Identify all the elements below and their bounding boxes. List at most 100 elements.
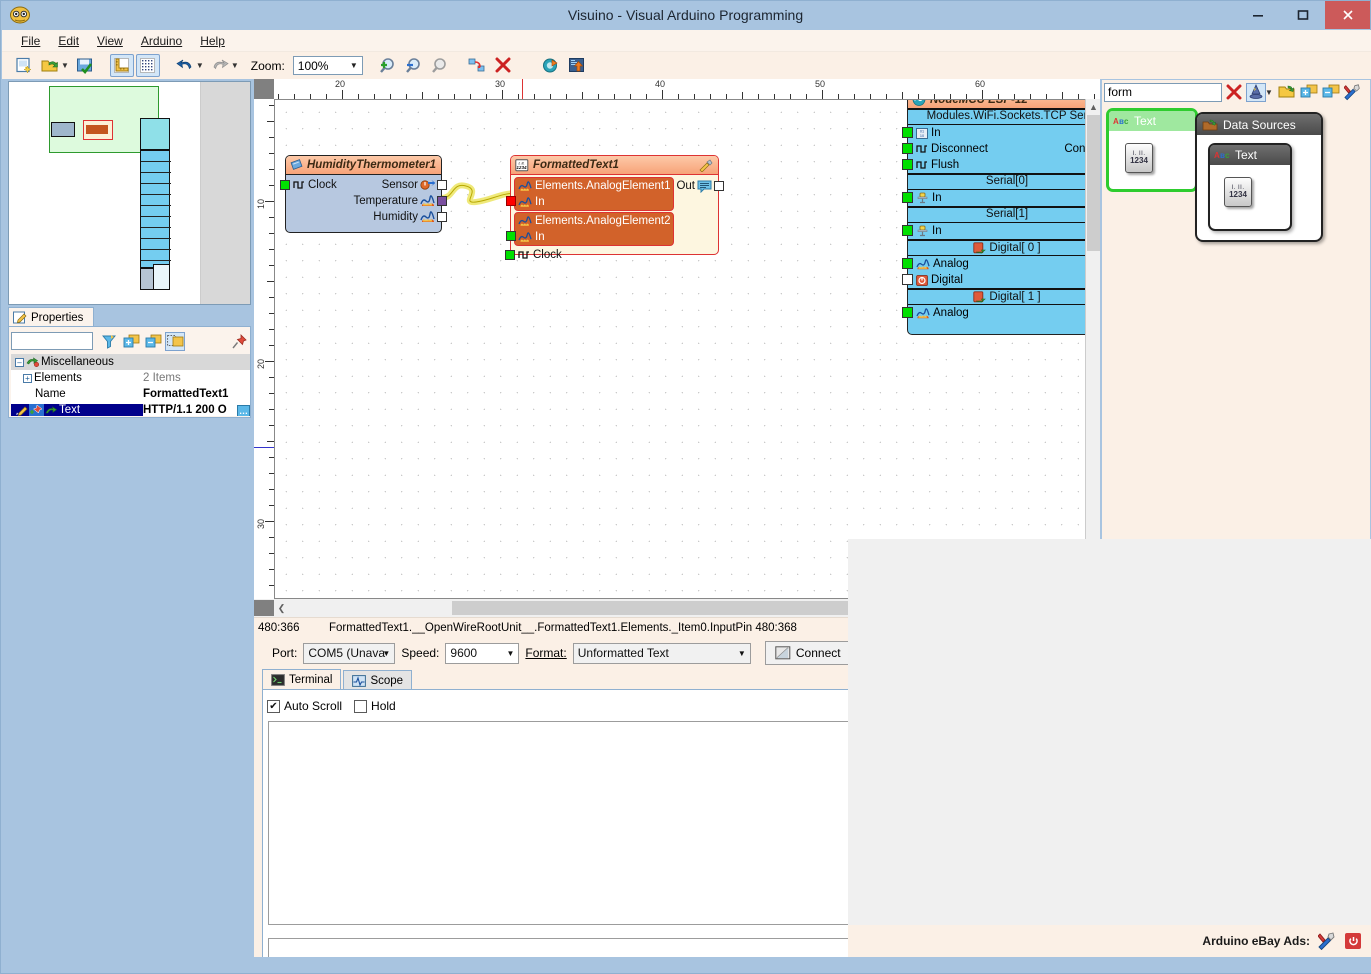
nodemcu-pin-disconnect[interactable]: Disconnect Connec bbox=[908, 141, 1100, 157]
pin-temperature-output[interactable]: Temperature bbox=[353, 193, 447, 209]
upload-icon[interactable] bbox=[565, 54, 589, 77]
checkbox-box[interactable]: ✔ bbox=[267, 700, 280, 713]
group-by-category-icon[interactable] bbox=[165, 332, 185, 351]
zoom-out-icon[interactable] bbox=[402, 54, 426, 77]
new-project-icon[interactable] bbox=[12, 54, 36, 77]
zoom-reset-icon[interactable] bbox=[428, 54, 452, 77]
arrange-icon[interactable] bbox=[465, 54, 489, 77]
nodemcu-pin-d1-analog[interactable]: Analog bbox=[908, 305, 1100, 321]
pin-socket[interactable] bbox=[506, 196, 516, 206]
navigator-overview[interactable] bbox=[8, 81, 251, 305]
redo-icon[interactable] bbox=[208, 54, 232, 77]
delete-datasource-icon[interactable] bbox=[1224, 83, 1244, 102]
compile-icon[interactable] bbox=[539, 54, 563, 77]
close-button[interactable] bbox=[1325, 1, 1370, 29]
nodemcu-pin-serial1-in[interactable]: In bbox=[908, 223, 1100, 239]
port-combo[interactable]: COM5 (Unava ▼ bbox=[303, 643, 395, 664]
pin-socket[interactable] bbox=[902, 192, 913, 203]
pin-socket[interactable] bbox=[506, 231, 516, 241]
component-formatted-text[interactable]: I. II. 1234 FormattedText1 bbox=[510, 155, 719, 255]
collapse-all-icon[interactable] bbox=[143, 332, 163, 351]
scroll-left-icon[interactable]: ❮ bbox=[274, 600, 289, 616]
ellipsis-button[interactable]: … bbox=[237, 405, 250, 416]
pin-socket[interactable] bbox=[505, 250, 515, 260]
pin-socket[interactable] bbox=[714, 181, 724, 191]
checkbox-box[interactable] bbox=[354, 700, 367, 713]
pin-socket[interactable] bbox=[437, 196, 447, 206]
ads-settings-icon[interactable] bbox=[1318, 932, 1337, 950]
nodemcu-pin-tcp-in[interactable]: 01 10 In bbox=[908, 125, 1100, 141]
tab-terminal[interactable]: Terminal bbox=[262, 669, 341, 690]
remove-datasource-icon[interactable] bbox=[1321, 83, 1341, 102]
component-humidity-thermometer[interactable]: HumidityThermometer1 Clock bbox=[285, 155, 442, 233]
diagram-canvas-wrapper[interactable]: HumidityThermometer1 Clock bbox=[274, 99, 1100, 599]
menu-item-edit[interactable]: Edit bbox=[49, 32, 88, 50]
diagram-canvas[interactable]: HumidityThermometer1 Clock bbox=[275, 100, 1099, 598]
horizontal-scroll-thumb[interactable] bbox=[452, 601, 907, 615]
wizard-dropdown-icon[interactable]: ▼ bbox=[1265, 88, 1273, 97]
menu-item-help[interactable]: Help bbox=[191, 32, 234, 50]
undo-dropdown-icon[interactable]: ▼ bbox=[196, 61, 204, 70]
show-ruler-icon[interactable] bbox=[110, 54, 134, 77]
property-value[interactable]: HTTP/1.1 200 O … bbox=[143, 404, 250, 416]
component-header[interactable]: HumidityThermometer1 bbox=[286, 156, 441, 175]
component-settings-icon[interactable] bbox=[699, 159, 714, 172]
menu-item-view[interactable]: View bbox=[88, 32, 132, 50]
undo-icon[interactable] bbox=[173, 54, 197, 77]
open-dropdown-icon[interactable]: ▼ bbox=[61, 61, 69, 70]
zoom-combo[interactable]: 100% ▼ bbox=[293, 56, 363, 75]
pin-socket[interactable] bbox=[902, 127, 913, 138]
pin-socket[interactable] bbox=[280, 180, 290, 190]
tab-properties[interactable]: Properties bbox=[8, 307, 94, 327]
pin-socket[interactable] bbox=[902, 143, 913, 154]
nodemcu-pin-d0-digital[interactable]: Digital bbox=[908, 272, 1100, 288]
pin-socket[interactable] bbox=[902, 225, 913, 236]
menu-item-arduino[interactable]: Arduino bbox=[132, 32, 191, 50]
add-datasource-icon[interactable] bbox=[1299, 83, 1319, 102]
property-row-elements[interactable]: + Elements 2 Items bbox=[11, 370, 250, 386]
pin-icon[interactable] bbox=[230, 332, 250, 351]
property-row-text[interactable]: Text HTTP/1.1 200 O … bbox=[11, 402, 250, 418]
maximize-button[interactable] bbox=[1280, 1, 1325, 29]
menu-item-file[interactable]: File bbox=[12, 32, 49, 50]
element-in-pin-row[interactable]: In bbox=[515, 229, 673, 245]
pin-socket[interactable] bbox=[902, 307, 913, 318]
minimize-button[interactable] bbox=[1235, 1, 1280, 29]
filter-funnel-icon[interactable] bbox=[99, 332, 119, 351]
pin-sensor-output[interactable]: Sensor bbox=[382, 177, 447, 193]
nodemcu-pin-serial0-in[interactable]: In bbox=[908, 190, 1100, 206]
open-project-icon[interactable] bbox=[38, 54, 62, 77]
nodemcu-pin-flush[interactable]: Flush bbox=[908, 157, 1100, 173]
property-row-name[interactable]: Name FormattedText1 bbox=[11, 386, 250, 402]
pin-clock-input[interactable]: Clock bbox=[280, 177, 337, 193]
property-edit-icon[interactable] bbox=[15, 404, 28, 416]
property-add-pin-icon[interactable] bbox=[29, 404, 44, 416]
power-icon[interactable] bbox=[1345, 933, 1361, 949]
component-header[interactable]: I. II. 1234 FormattedText1 bbox=[511, 156, 718, 175]
data-sources-group[interactable]: Data Sources A в c Text bbox=[1195, 112, 1323, 242]
save-project-icon[interactable] bbox=[73, 54, 97, 77]
zoom-in-icon[interactable] bbox=[376, 54, 400, 77]
datasource-settings-icon[interactable] bbox=[1343, 83, 1363, 102]
collapse-expander-icon[interactable]: – bbox=[15, 358, 24, 367]
property-row-category[interactable]: – Miscellaneous bbox=[11, 354, 250, 370]
component-header[interactable]: NodeMCU ESP-12 bbox=[908, 99, 1100, 110]
element-in-pin-row[interactable]: In bbox=[515, 194, 673, 210]
data-sources-child-text[interactable]: A в c Text I. II. 1234 bbox=[1208, 143, 1292, 231]
pin-socket[interactable] bbox=[902, 159, 913, 170]
pin-socket[interactable] bbox=[437, 212, 447, 222]
show-grid-icon[interactable] bbox=[136, 54, 160, 77]
connect-button[interactable]: Connect bbox=[765, 641, 851, 665]
hold-checkbox[interactable]: Hold bbox=[354, 699, 396, 713]
expand-all-icon[interactable] bbox=[121, 332, 141, 351]
auto-scroll-checkbox[interactable]: ✔ Auto Scroll bbox=[267, 699, 342, 713]
pin-out-output[interactable]: Out bbox=[676, 178, 724, 194]
properties-filter-input[interactable] bbox=[11, 332, 93, 350]
pin-clock-input[interactable]: Clock bbox=[505, 247, 562, 263]
delete-icon[interactable] bbox=[491, 54, 515, 77]
pin-socket[interactable] bbox=[902, 258, 913, 269]
redo-dropdown-icon[interactable]: ▼ bbox=[231, 61, 239, 70]
speed-combo[interactable]: 9600 ▼ bbox=[445, 643, 519, 664]
canvas-vertical-scrollbar[interactable]: ▲ ▼ bbox=[1085, 99, 1100, 599]
scroll-up-icon[interactable]: ▲ bbox=[1086, 99, 1101, 114]
